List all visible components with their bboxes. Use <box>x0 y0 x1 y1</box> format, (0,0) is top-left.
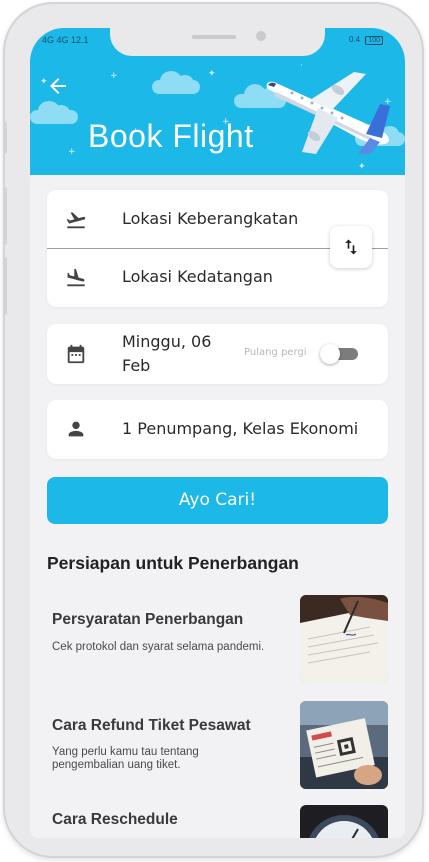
clock-photo-art <box>300 805 388 838</box>
departure-field[interactable]: Lokasi Keberangkatan <box>47 190 327 248</box>
calendar-icon <box>67 344 85 364</box>
status-bar-right: 0.4 100 <box>349 35 383 45</box>
back-button[interactable] <box>46 74 70 98</box>
article-card[interactable]: Cara Refund Tiket Pesawat Yang perlu kam… <box>47 701 388 791</box>
article-title: Cara Refund Tiket Pesawat <box>52 717 251 734</box>
route-card: Lokasi Keberangkatan Lokasi Kedatangan <box>47 190 388 307</box>
arrival-input: Lokasi Kedatangan <box>122 267 273 286</box>
star-decoration: ✦ <box>358 162 366 172</box>
round-trip-toggle[interactable] <box>320 344 360 364</box>
star-decoration: + <box>68 147 76 157</box>
flight-takeoff-icon <box>66 212 86 229</box>
battery-icon: 100 <box>365 36 383 45</box>
swap-vertical-icon <box>345 239 357 255</box>
passenger-card[interactable]: 1 Penumpang, Kelas Ekonomi <box>47 400 388 459</box>
departure-date-value: Minggu, 06 Feb <box>122 332 212 375</box>
date-card: Minggu, 06 Feb Pulang pergi <box>47 324 388 384</box>
cloud-decoration <box>30 101 78 124</box>
speaker-grille <box>192 35 236 39</box>
section-title: Persiapan untuk Penerbangan <box>47 553 299 573</box>
swap-locations-button[interactable] <box>330 226 372 268</box>
phone-notch <box>110 28 325 56</box>
signing-document-photo-art <box>300 595 388 683</box>
phone-side-button <box>3 257 7 315</box>
app-screen: 4G 4G 12.1 0.4 100 ✦ + · ✦ + · + + ✦ Boo… <box>30 28 405 838</box>
search-button[interactable]: Ayo Cari! <box>47 477 388 524</box>
date-field[interactable]: Minggu, 06 Feb <box>47 324 227 384</box>
passenger-class-value: 1 Penumpang, Kelas Ekonomi <box>122 419 359 438</box>
star-decoration: ✦ <box>208 69 216 79</box>
status-bar-right-text: 0.4 <box>348 35 361 44</box>
person-icon <box>68 421 84 437</box>
cloud-decoration <box>152 71 200 94</box>
article-card[interactable]: Cara Reschedule <box>47 805 388 838</box>
page-title: Book Flight <box>88 118 254 154</box>
phone-side-button <box>3 187 7 245</box>
article-card[interactable]: Persyaratan Penerbangan Cek protokol dan… <box>47 595 388 685</box>
round-trip-label: Pulang pergi <box>244 347 307 358</box>
boarding-pass-photo <box>300 701 388 789</box>
arrival-field[interactable]: Lokasi Kedatangan <box>47 249 327 307</box>
boarding-pass-photo-art <box>300 701 388 789</box>
star-decoration: + <box>110 71 118 81</box>
signing-document-photo <box>300 595 388 683</box>
article-title: Cara Reschedule <box>52 811 178 828</box>
phone-frame: 4G 4G 12.1 0.4 100 ✦ + · ✦ + · + + ✦ Boo… <box>3 2 424 858</box>
article-description: Cek protokol dan syarat selama pandemi. <box>52 641 265 653</box>
article-description: Yang perlu kamu tau tentang pengembalian… <box>52 746 199 771</box>
departure-input: Lokasi Keberangkatan <box>122 209 299 228</box>
status-bar-left: 4G 4G 12.1 <box>42 35 89 45</box>
airplane-illustration <box>266 72 390 154</box>
arrow-left-icon <box>50 78 66 94</box>
front-camera <box>256 31 266 41</box>
toggle-knob <box>320 344 340 364</box>
flight-land-icon <box>67 268 85 287</box>
phone-side-button <box>3 122 7 154</box>
clock-photo <box>300 805 388 838</box>
article-title: Persyaratan Penerbangan <box>52 611 244 628</box>
